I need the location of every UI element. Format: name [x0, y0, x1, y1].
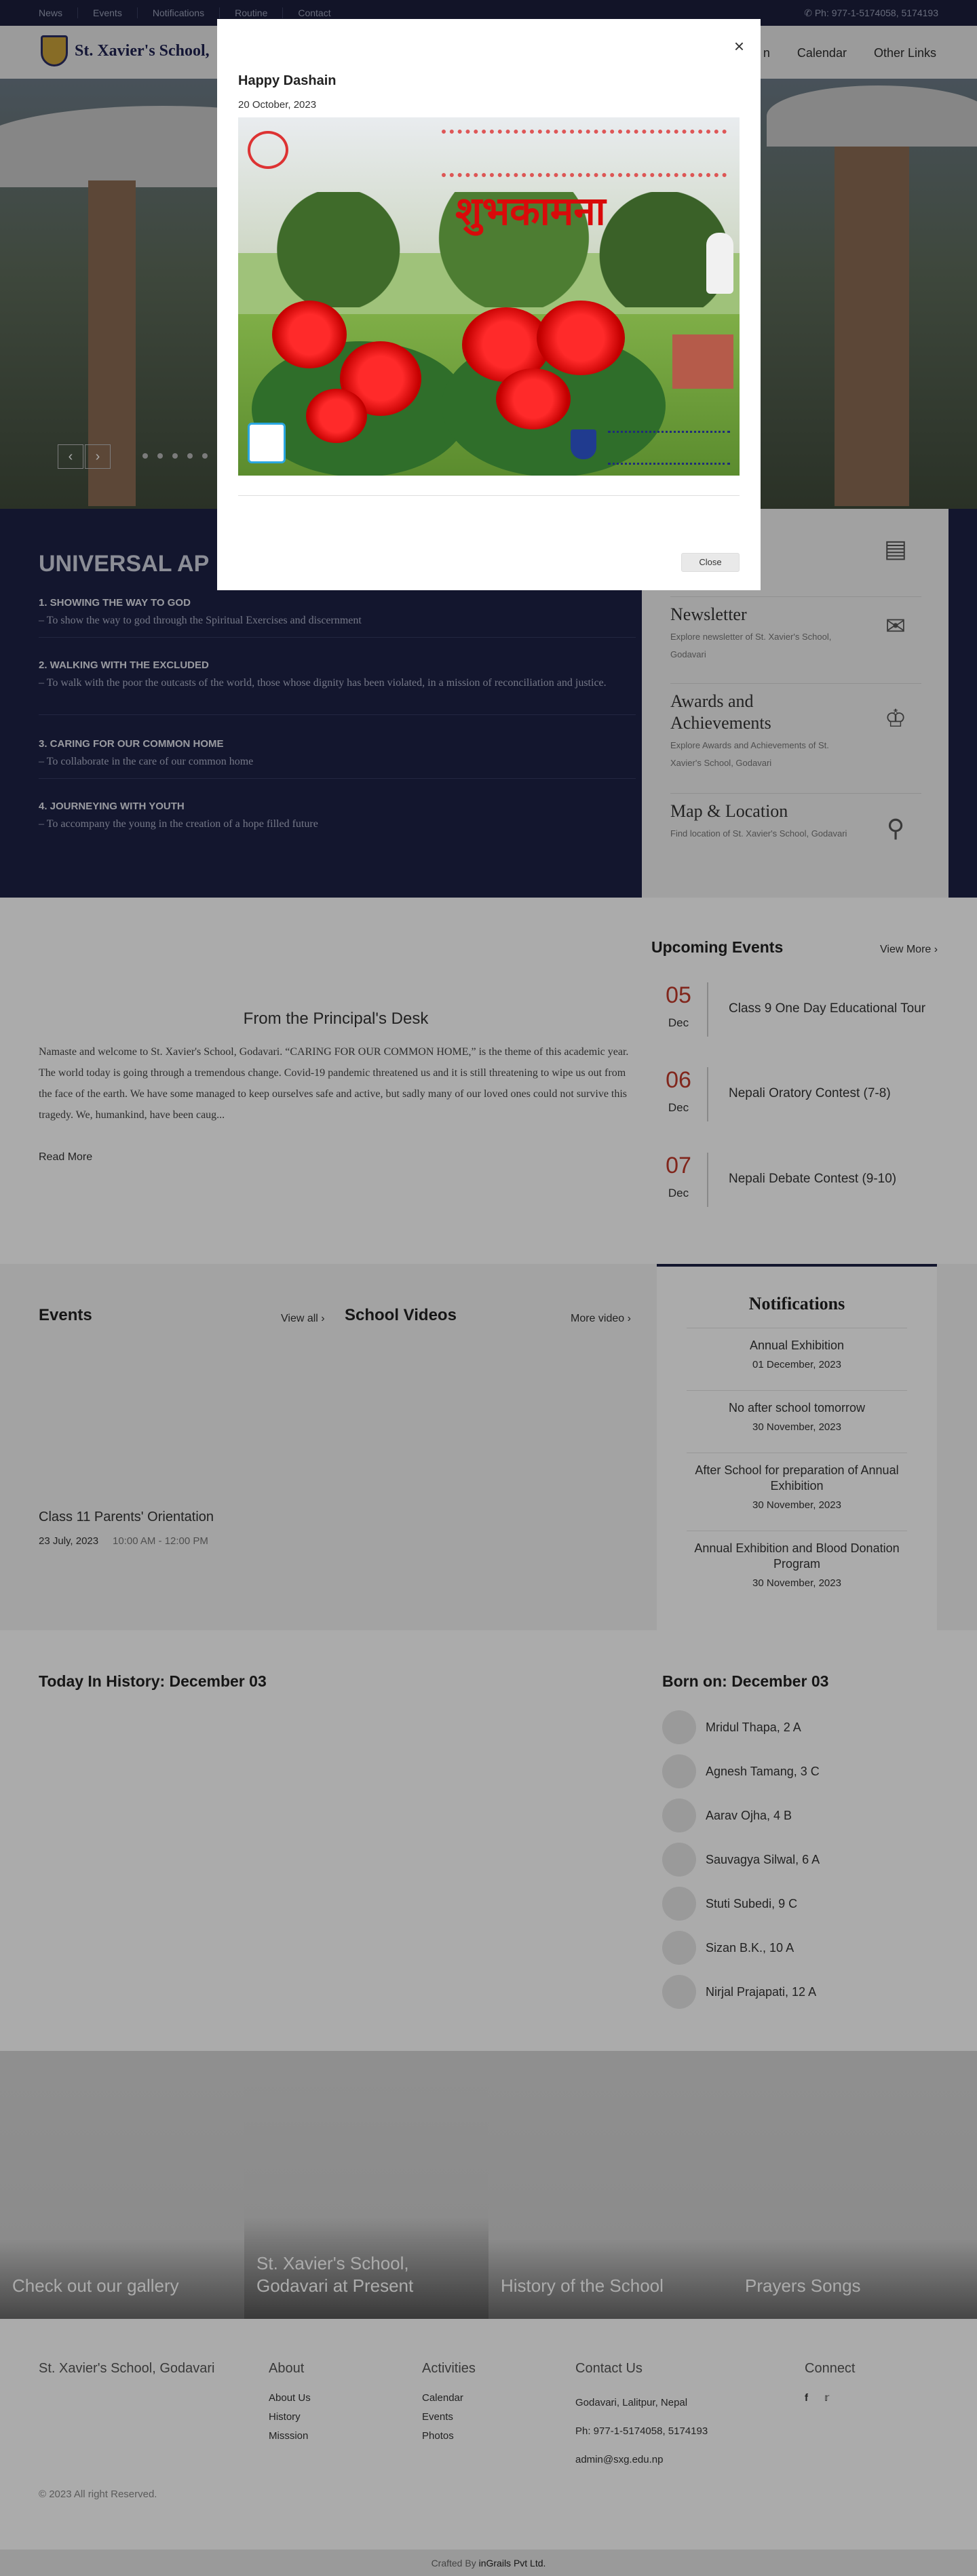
poster-greeting: शुभकामना: [455, 189, 606, 233]
poster-emblem-icon: [248, 131, 288, 169]
poster-footer-text-art: [608, 431, 730, 465]
close-icon[interactable]: ×: [734, 36, 744, 57]
poster-flower: [306, 389, 367, 443]
poster-flower: [537, 301, 625, 375]
poster-crest-icon: [571, 429, 596, 459]
modal-divider: [238, 495, 740, 496]
modal-date: 20 October, 2023: [238, 99, 317, 111]
announcement-modal: × Happy Dashain 20 October, 2023 शुभकामन…: [217, 19, 761, 590]
dashain-poster-image: शुभकामना: [238, 117, 740, 476]
poster-tag-icon: [248, 423, 286, 463]
poster-pedestal: [672, 334, 733, 389]
poster-header-text-art: [442, 130, 727, 177]
poster-flower: [272, 301, 347, 368]
poster-statue: [706, 233, 733, 294]
poster-flower: [496, 368, 571, 429]
modal-title: Happy Dashain: [238, 73, 337, 88]
close-button[interactable]: Close: [681, 553, 740, 572]
